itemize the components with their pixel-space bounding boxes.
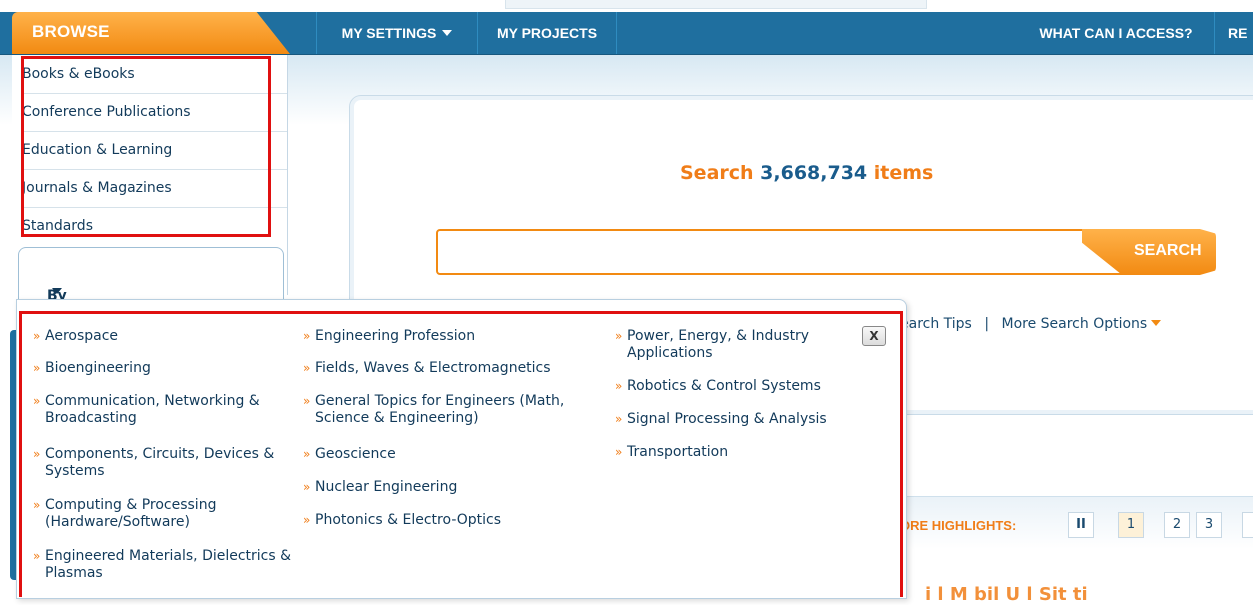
- chevron-down-icon: [1151, 320, 1162, 326]
- topic-label: Geoscience: [315, 446, 396, 462]
- browse-item-education[interactable]: Education & Learning: [22, 131, 287, 170]
- highlight-page-button[interactable]: 2: [1164, 512, 1190, 538]
- topic-label: Photonics & Electro-Optics: [315, 512, 502, 528]
- search-heading: Search 3,668,734 items: [680, 162, 933, 184]
- highlight-title[interactable]: i l M bil U l Sit ti: [925, 584, 1088, 605]
- bullet-icon: »: [615, 445, 623, 459]
- topic-link[interactable]: » Engineered Materials, Dielectrics & Pla…: [33, 548, 295, 582]
- topic-link[interactable]: » Computing & Processing (Hardware/Softwa…: [33, 497, 295, 531]
- topic-label: Computing & Processing (Hardware/Softwar…: [45, 497, 217, 530]
- browse-tab-label: BROWSE: [32, 22, 110, 41]
- bullet-icon: »: [303, 480, 311, 494]
- bullet-icon: »: [33, 394, 41, 408]
- topic-link[interactable]: » Engineering Profession: [303, 328, 615, 345]
- topic-label: Engineering Profession: [315, 328, 476, 344]
- topic-label: Power, Energy, & Industry Applications: [627, 328, 810, 361]
- bullet-icon: »: [303, 394, 311, 408]
- search-heading-prefix: Search: [680, 162, 761, 184]
- topic-link[interactable]: » Nuclear Engineering: [303, 479, 615, 496]
- topic-label: Aerospace: [45, 328, 119, 344]
- topic-link[interactable]: » Fields, Waves & Electromagnetics: [303, 360, 615, 377]
- topic-label: Components, Circuits, Devices & Systems: [45, 446, 275, 479]
- search-button-label: SEARCH: [1134, 242, 1202, 259]
- bullet-icon: »: [303, 513, 311, 527]
- topic-link[interactable]: » Photonics & Electro-Optics: [303, 512, 615, 529]
- close-icon: X: [869, 329, 879, 343]
- what-can-i-access-link[interactable]: WHAT CAN I ACCESS?: [1020, 12, 1212, 54]
- my-settings-menu[interactable]: MY SETTINGS: [317, 12, 477, 54]
- nav-item-cut-off[interactable]: RE: [1228, 12, 1253, 54]
- bullet-icon: »: [303, 447, 311, 461]
- search-item-count: 3,668,734: [760, 162, 868, 184]
- browse-item-standards[interactable]: Standards: [22, 207, 287, 245]
- bullet-icon: »: [33, 329, 41, 343]
- my-projects-link[interactable]: MY PROJECTS: [478, 12, 616, 54]
- browse-item-conferences[interactable]: Conference Publications: [22, 93, 287, 132]
- browse-item-journals[interactable]: Journals & Magazines: [22, 169, 287, 208]
- bullet-icon: »: [303, 361, 311, 375]
- search-links: earch Tips | More Search Options: [900, 316, 1162, 332]
- top-strip: [505, 0, 927, 9]
- topics-dropdown: » Aerospace » Bioengineering » Communicatio…: [16, 299, 907, 599]
- bullet-icon: »: [33, 498, 41, 512]
- nav-divider: [1214, 12, 1215, 54]
- topic-link[interactable]: » Aerospace: [33, 328, 295, 345]
- link-separator: |: [984, 316, 990, 332]
- chevron-down-icon: [52, 288, 62, 294]
- pause-button[interactable]: II: [1068, 512, 1094, 538]
- topic-label: Transportation: [627, 444, 729, 460]
- topic-link[interactable]: » Transportation: [615, 444, 867, 461]
- bullet-icon: »: [303, 329, 311, 343]
- topic-link[interactable]: » Components, Circuits, Devices & Systems: [33, 446, 295, 480]
- topic-label: Nuclear Engineering: [315, 479, 458, 495]
- bullet-icon: »: [615, 412, 623, 426]
- search-heading-suffix: items: [867, 162, 934, 184]
- search-input[interactable]: [436, 229, 1126, 275]
- topic-link[interactable]: » Bioengineering: [33, 360, 295, 377]
- highlights-label: ORE HIGHLIGHTS:: [900, 518, 1017, 533]
- topic-link[interactable]: » General Topics for Engineers (Math, Sci…: [303, 393, 615, 427]
- my-settings-label: MY SETTINGS: [341, 25, 437, 41]
- bullet-icon: »: [33, 361, 41, 375]
- topic-link[interactable]: » Signal Processing & Analysis: [615, 411, 867, 428]
- bullet-icon: »: [615, 329, 623, 343]
- close-button[interactable]: X: [862, 326, 886, 346]
- topic-link[interactable]: » Communication, Networking & Broadcastin…: [33, 393, 295, 427]
- topic-link[interactable]: » Robotics & Control Systems: [615, 378, 867, 395]
- nav-divider: [616, 12, 617, 54]
- bullet-icon: »: [33, 447, 41, 461]
- bullet-icon: »: [615, 379, 623, 393]
- topic-label: Signal Processing & Analysis: [627, 411, 827, 427]
- highlight-page-button-cut[interactable]: [1242, 512, 1253, 538]
- bullet-icon: »: [33, 549, 41, 563]
- topic-link[interactable]: » Geoscience: [303, 446, 615, 463]
- topic-label: Fields, Waves & Electromagnetics: [315, 360, 551, 376]
- topic-label: General Topics for Engineers (Math, Scie…: [315, 393, 565, 426]
- more-search-options-link[interactable]: More Search Options: [1001, 316, 1147, 332]
- search-tips-link[interactable]: earch Tips: [900, 316, 972, 332]
- topic-label: Engineered Materials, Dielectrics & Plas…: [45, 548, 292, 581]
- chevron-down-icon: [442, 30, 453, 36]
- topic-label: Robotics & Control Systems: [627, 378, 821, 394]
- browse-item-books[interactable]: Books & eBooks: [22, 55, 287, 94]
- highlight-page-button[interactable]: 1: [1118, 512, 1144, 538]
- topic-label: Bioengineering: [45, 360, 151, 376]
- browse-tab[interactable]: BROWSE: [12, 12, 290, 54]
- topic-label: Communication, Networking & Broadcasting: [45, 393, 260, 426]
- highlight-page-button[interactable]: 3: [1196, 512, 1222, 538]
- topic-link[interactable]: » Power, Energy, & Industry Applications: [615, 328, 855, 362]
- by-topic-tab[interactable]: By Topic: [18, 247, 284, 320]
